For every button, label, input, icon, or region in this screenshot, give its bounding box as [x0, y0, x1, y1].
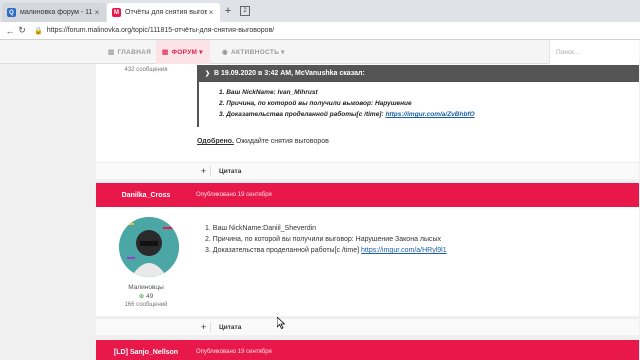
post-header-bar: Danilka_Cross Опубликовано 19 сентября [96, 183, 639, 207]
quote-line-label: 3. Доказательства проделанной работы[c /… [219, 111, 386, 118]
post-actions: + Цитата [96, 162, 639, 179]
reputation-icon: ⊕ [138, 293, 145, 300]
malinovka-favicon-icon: M [112, 8, 121, 17]
post-reply-text: Одобрено. Ожидайте снятия выговоров [197, 138, 329, 145]
forum-page: ▥ ГЛАВНАЯ ▤ ФОРУМ ▾ ◉ АКТИВНОСТЬ ▾ Поиск… [0, 40, 640, 360]
quote-line: 2. Причина, по которой вы получили выгов… [219, 98, 639, 109]
post-author-name[interactable]: Danilka_Cross [96, 192, 196, 199]
post-line: 1. Ваш NickName:Daniil_Sheverdin [205, 225, 317, 232]
chevron-down-icon: ▾ [281, 49, 285, 56]
reputation-count: 49 [146, 293, 154, 300]
tab-title: малиновка форум - 11 тыс. ре [20, 9, 93, 16]
post-date: Опубликовано 19 сентября [196, 192, 272, 198]
add-reaction-icon[interactable]: + [197, 166, 211, 176]
quote-line-label: 1. Ваш NickName: [219, 89, 278, 96]
author-messages: 432 сообщения [124, 67, 168, 73]
post-line-text: 3. Доказательства проделанной работы[c /… [205, 247, 362, 254]
browser-tab-active[interactable]: M Отчёты для снятия выговор × [107, 3, 220, 22]
quote-line-value: Ivan_Mihrust [277, 89, 318, 96]
author-messages: 166 сообщений [124, 302, 168, 308]
post-date: Опубликовано 19 сентября [196, 349, 272, 355]
quote-header: ❯ В 19.09.2020 в 3:42 AM, McVanushka ска… [199, 65, 639, 82]
avatar[interactable] [119, 217, 179, 277]
back-arrow-icon[interactable]: ← [4, 26, 16, 36]
quote-line-value: Нарушение [374, 100, 412, 107]
close-tab-icon[interactable]: × [93, 8, 101, 17]
browser-tab[interactable]: Q малиновка форум - 11 тыс. ре × [2, 3, 106, 22]
author-rank: Малиновцы [128, 284, 164, 291]
nav-activity-label: АКТИВНОСТЬ [230, 48, 280, 56]
post-header-bar: [LD] Sanjo_Nellson Опубликовано 19 сентя… [96, 340, 639, 360]
new-tab-icon[interactable]: + [222, 5, 234, 17]
reload-icon[interactable]: ↻ [16, 25, 28, 36]
post-author-panel: 432 сообщения [96, 66, 196, 73]
reputation: ⊕ 49 [96, 292, 196, 301]
post-actions: + Цитата [96, 318, 639, 335]
address-bar: ← ↻ 🔒 https://forum.malinovka.org/topic/… [0, 22, 640, 40]
avatar-image-icon [119, 217, 179, 277]
add-reaction-icon[interactable]: + [197, 322, 211, 332]
search-input[interactable]: Поиск... [549, 40, 639, 64]
nav-activity[interactable]: ◉ АКТИВНОСТЬ ▾ [222, 40, 292, 64]
quote-button[interactable]: Цитата [219, 324, 241, 331]
approved-text: Одобрено. [197, 138, 234, 145]
approved-rest: Ожидайте снятия выговоров [233, 138, 329, 145]
quote-line: 1. Ваш NickName: Ivan_Mihrust [219, 87, 639, 98]
quote-body: 1. Ваш NickName: Ivan_Mihrust 2. Причина… [199, 82, 639, 120]
nav-home[interactable]: ▥ ГЛАВНАЯ [104, 40, 152, 64]
post-content: 1. Ваш NickName:Daniil_Sheverdin 2. Прич… [205, 223, 447, 256]
url-field[interactable]: https://forum.malinovka.org/topic/111815… [47, 27, 275, 34]
nav-forum[interactable]: ▤ ФОРУМ ▾ [156, 40, 210, 64]
post-line: 3. Доказательства проделанной работы[c /… [205, 245, 447, 256]
site-navigation: ▥ ГЛАВНАЯ ▤ ФОРУМ ▾ ◉ АКТИВНОСТЬ ▾ Поиск… [0, 40, 640, 64]
quote-button[interactable]: Цитата [219, 168, 241, 175]
tab-count[interactable]: 2 [240, 6, 250, 16]
quote-evidence-link[interactable]: https://imgur.com/a/ZvBhbfO [385, 111, 474, 118]
quote-block: ❯ В 19.09.2020 в 3:42 AM, McVanushka ска… [197, 65, 639, 127]
quote-arrow-icon: ❯ [205, 71, 211, 77]
close-tab-icon[interactable]: × [207, 8, 215, 17]
forum-icon: ▤ [162, 49, 169, 56]
browser-tab-strip: Q малиновка форум - 11 тыс. ре × M Отчёт… [0, 0, 640, 22]
mouse-cursor-icon [277, 317, 285, 329]
lock-icon: 🔒 [34, 27, 43, 35]
quote-line: 3. Доказательства проделанной работы[c /… [219, 109, 639, 120]
tab-title: Отчёты для снятия выговор [125, 9, 207, 16]
post-author-name[interactable]: [LD] Sanjo_Nellson [96, 349, 196, 356]
nav-home-label: ГЛАВНАЯ [117, 48, 152, 56]
quote-line-label: 2. Причина, по которой вы получили выгов… [219, 100, 375, 107]
forum-favicon-icon: Q [7, 8, 16, 17]
post-line: 2. Причина, по которой вы получили выгов… [205, 236, 442, 243]
home-icon: ▥ [108, 49, 115, 56]
evidence-link[interactable]: https://imgur.com/a/HRyl9l1 [361, 247, 447, 254]
quote-header-text: В 19.09.2020 в 3:42 AM, McVanushka сказа… [214, 70, 365, 77]
post-author-panel: Малиновцы ⊕ 49 166 сообщений [96, 283, 196, 310]
nav-forum-label: ФОРУМ [171, 48, 198, 56]
chevron-down-icon: ▾ [199, 49, 203, 56]
activity-icon: ◉ [222, 49, 228, 56]
